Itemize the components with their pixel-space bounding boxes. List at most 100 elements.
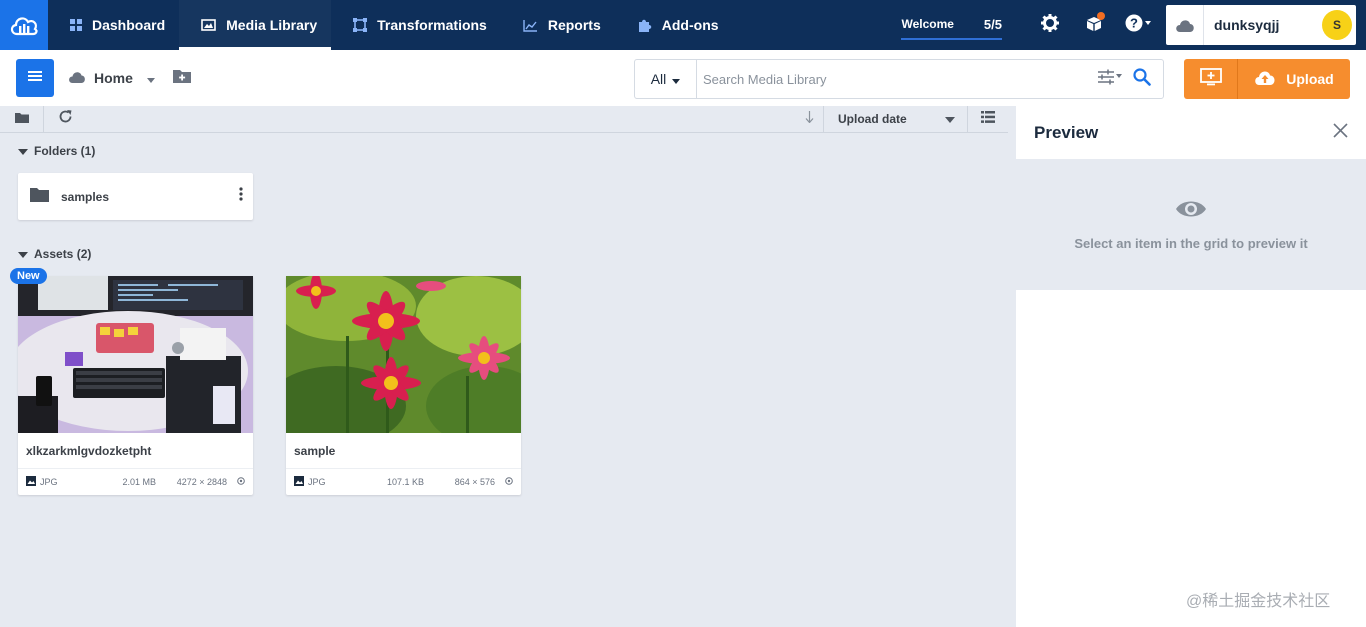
media-editor-button[interactable] xyxy=(1184,59,1238,99)
asset-size: 107.1 KB xyxy=(386,477,424,487)
gear-icon xyxy=(1041,13,1059,37)
menu-button[interactable] xyxy=(16,59,54,97)
upload-button[interactable]: Upload xyxy=(1238,70,1350,88)
preview-panel: Preview Select an item in the grid to pr… xyxy=(1016,106,1366,627)
help-button[interactable]: ? xyxy=(1116,0,1160,50)
search-scope-label: All xyxy=(650,71,667,87)
search-scope-dropdown[interactable]: All xyxy=(635,60,697,98)
preview-title: Preview xyxy=(1034,122,1099,142)
cloud-icon xyxy=(1166,5,1204,45)
asset-thumbnail-desk[interactable] xyxy=(18,276,253,433)
asset-card[interactable]: New xlkzarkmlgvdozketpht JPG 2.01 MB 427… xyxy=(10,268,253,495)
tab-transformations[interactable]: Transformations xyxy=(331,0,501,50)
new-folder-button[interactable] xyxy=(172,68,191,88)
asset-card[interactable]: sample JPG 107.1 KB 864 × 576 xyxy=(286,276,521,495)
cloudinary-logo[interactable] xyxy=(0,0,48,50)
transformations-icon xyxy=(353,18,368,32)
folder-plus-icon xyxy=(172,68,191,88)
tab-transformations-label: Transformations xyxy=(377,17,487,33)
media-library-icon xyxy=(201,19,216,31)
asset-format: JPG xyxy=(26,476,86,488)
eye-icon xyxy=(1175,199,1207,222)
tab-reports-label: Reports xyxy=(547,17,601,33)
asset-dimensions: 4272 × 2848 xyxy=(176,477,227,487)
top-nav: Dashboard Media Library Transformations … xyxy=(0,0,1366,50)
puzzle-icon xyxy=(637,18,652,33)
search-icon[interactable] xyxy=(1133,67,1151,91)
tab-dashboard[interactable]: Dashboard xyxy=(48,0,179,50)
asset-meta: JPG 2.01 MB 4272 × 2848 xyxy=(18,469,253,495)
tab-add-ons[interactable]: Add-ons xyxy=(615,0,733,50)
svg-text:?: ? xyxy=(1130,15,1138,30)
sort-dropdown[interactable]: Upload date xyxy=(824,105,968,133)
home-label: Home xyxy=(94,70,133,86)
image-icon xyxy=(26,476,36,488)
toggle-folders-button[interactable] xyxy=(0,105,44,133)
upload-label: Upload xyxy=(1286,71,1334,87)
library-subbar: Home All Upload xyxy=(0,50,1366,106)
dashboard-icon xyxy=(70,19,82,31)
close-icon[interactable] xyxy=(1333,122,1348,143)
filter-sliders-icon[interactable] xyxy=(1097,69,1123,90)
home-dropdown[interactable]: Home xyxy=(68,70,155,86)
tab-media-library-label: Media Library xyxy=(226,17,318,33)
asset-meta: JPG 107.1 KB 864 × 576 xyxy=(286,469,521,495)
asset-format-label: JPG xyxy=(308,477,326,487)
new-badge: New xyxy=(10,268,47,284)
hamburger-icon xyxy=(28,69,42,87)
notifications-button[interactable] xyxy=(1072,0,1116,50)
welcome-count: 5/5 xyxy=(983,16,1002,32)
refresh-button[interactable] xyxy=(44,106,86,133)
folder-name: samples xyxy=(61,189,110,204)
list-view-button[interactable] xyxy=(968,106,1008,133)
asset-name: sample xyxy=(286,433,521,469)
asset-name: xlkzarkmlgvdozketpht xyxy=(18,433,253,469)
account-switcher[interactable]: dunksyqjj S xyxy=(1166,5,1356,45)
folder-icon xyxy=(30,187,49,207)
caret-down-icon xyxy=(945,112,955,126)
list-view-icon xyxy=(981,110,995,128)
folder-icon xyxy=(14,110,29,128)
help-icon: ? xyxy=(1125,14,1151,37)
search-bar: All xyxy=(634,59,1164,99)
refresh-icon xyxy=(58,109,73,129)
search-actions xyxy=(1097,67,1151,91)
welcome-label: Welcome xyxy=(901,17,954,31)
assets-section-toggle[interactable]: Assets (2) xyxy=(18,247,91,261)
asset-format-label: JPG xyxy=(40,477,58,487)
settings-button[interactable] xyxy=(1028,0,1072,50)
folders-section-toggle[interactable]: Folders (1) xyxy=(18,144,95,158)
arrow-down-icon xyxy=(805,110,814,128)
cloud-icon xyxy=(68,70,86,86)
app: Dashboard Media Library Transformations … xyxy=(0,0,1366,627)
sort-direction-button[interactable] xyxy=(796,105,824,133)
caret-down-icon xyxy=(146,70,155,86)
watermark-text: @稀土掘金技术社区 xyxy=(1186,593,1331,610)
image-icon xyxy=(294,476,304,488)
tab-dashboard-label: Dashboard xyxy=(92,17,166,33)
folders-header: Folders (1) xyxy=(34,144,96,158)
asset-dimensions: 864 × 576 xyxy=(454,477,495,487)
public-globe-icon xyxy=(237,477,245,487)
sort-label: Upload date xyxy=(838,112,907,126)
preview-header: Preview xyxy=(1016,106,1366,159)
nav-right: Welcome 5/5 ? dunksyqjj S xyxy=(901,0,1366,50)
tab-add-ons-label: Add-ons xyxy=(661,17,719,33)
notification-dot xyxy=(1097,12,1105,20)
tab-reports[interactable]: Reports xyxy=(501,0,615,50)
caret-down-icon xyxy=(18,144,28,158)
caret-down-icon xyxy=(18,247,28,261)
asset-size: 2.01 MB xyxy=(122,477,156,487)
avatar[interactable]: S xyxy=(1322,10,1352,40)
welcome-progress[interactable]: Welcome 5/5 xyxy=(901,10,1002,40)
grid-toolbar: Upload date xyxy=(0,105,1008,133)
public-globe-icon xyxy=(505,477,513,487)
tab-media-library[interactable]: Media Library xyxy=(179,0,332,50)
preview-empty-state: Select an item in the grid to preview it xyxy=(1016,159,1366,290)
caret-down-icon xyxy=(672,71,681,87)
more-vertical-icon[interactable] xyxy=(239,187,243,206)
assets-header: Assets (2) xyxy=(34,247,92,261)
folder-card[interactable]: samples xyxy=(18,173,253,220)
search-input[interactable] xyxy=(697,61,1097,97)
asset-thumbnail-flowers[interactable] xyxy=(286,276,521,433)
